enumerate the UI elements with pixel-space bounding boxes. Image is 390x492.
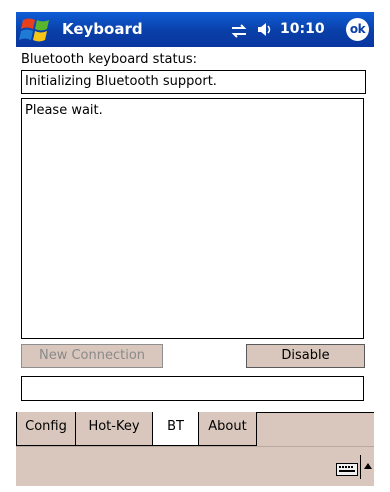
tab-about[interactable]: About xyxy=(199,412,257,446)
disable-button[interactable]: Disable xyxy=(246,344,365,368)
status-field: Initializing Bluetooth support. xyxy=(21,70,366,94)
ok-button[interactable]: ok xyxy=(346,18,369,41)
new-connection-button[interactable]: New Connection xyxy=(21,344,163,368)
windows-start-icon[interactable] xyxy=(19,14,55,45)
status-label: Bluetooth keyboard status: xyxy=(21,52,197,67)
keyboard-icon[interactable] xyxy=(336,461,358,476)
tab-hot-key[interactable]: Hot-Key xyxy=(76,412,153,446)
connectivity-icon[interactable] xyxy=(230,23,248,38)
title-bar: Keyboard 10:10 ok xyxy=(16,12,374,47)
tab-config[interactable]: Config xyxy=(16,412,76,446)
sip-up-arrow-icon[interactable] xyxy=(360,455,374,479)
menu-bar xyxy=(16,446,374,486)
log-area[interactable]: Please wait. xyxy=(21,98,364,339)
volume-icon[interactable] xyxy=(256,22,274,37)
tab-bt[interactable]: BT xyxy=(153,412,199,446)
pocketpc-screen: Keyboard 10:10 ok Bluetooth keyboard sta… xyxy=(16,12,374,486)
app-title: Keyboard xyxy=(62,20,143,38)
clock[interactable]: 10:10 xyxy=(280,21,325,37)
message-field[interactable] xyxy=(21,376,364,401)
tab-bar: Config Hot-Key BT About xyxy=(16,412,374,446)
